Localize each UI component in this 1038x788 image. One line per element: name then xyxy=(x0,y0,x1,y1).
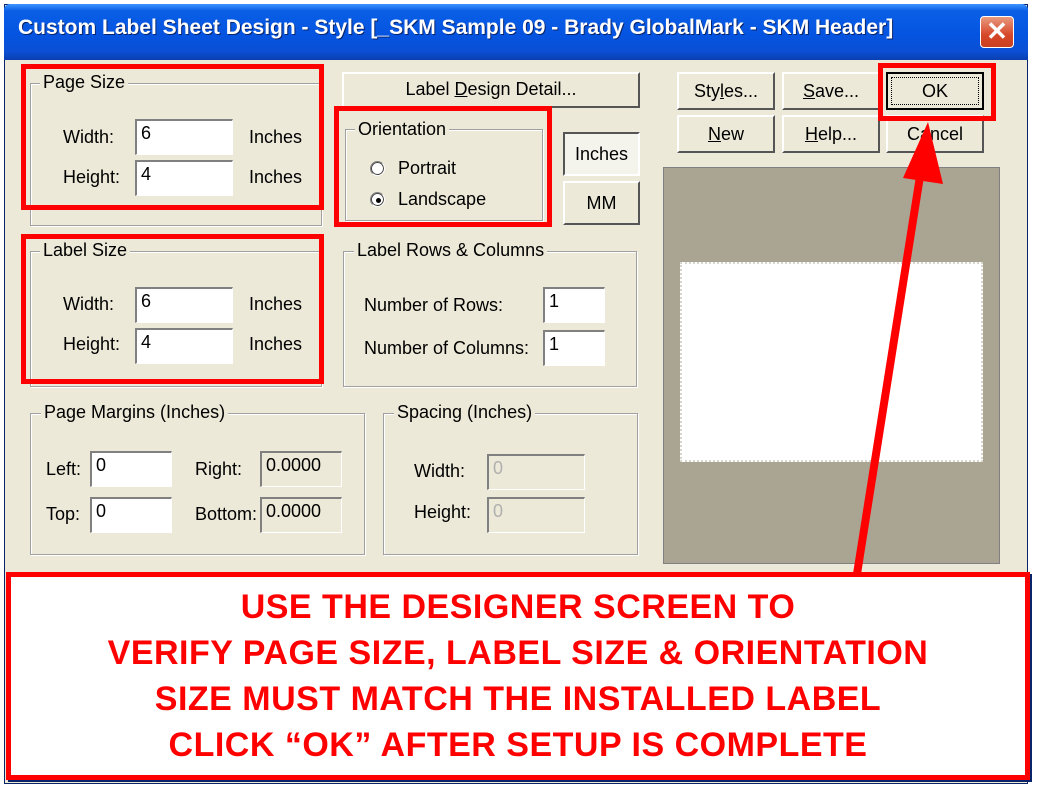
margin-bottom-input[interactable]: 0.0000 xyxy=(260,497,342,533)
margin-right-input[interactable]: 0.0000 xyxy=(260,451,342,487)
new-accel: N xyxy=(707,124,721,144)
help-text: elp... xyxy=(817,124,858,144)
window-title: Custom Label Sheet Design - Style [_SKM … xyxy=(18,16,894,39)
spacing-width-label: Width: xyxy=(414,461,466,481)
styles-button[interactable]: Styles... xyxy=(677,72,775,110)
page-size-highlight xyxy=(21,64,324,210)
margin-bottom-label: Bottom: xyxy=(195,504,258,524)
spacing-height-input[interactable]: 0 xyxy=(487,497,585,533)
rows-label: Number of Rows: xyxy=(364,295,504,315)
spacing-legend: Spacing (Inches) xyxy=(394,402,536,423)
spacing-height-label: Height: xyxy=(414,502,472,522)
help-accel: H xyxy=(804,124,818,144)
page-margins-legend: Page Margins (Inches) xyxy=(41,402,229,423)
new-button[interactable]: New xyxy=(677,115,775,153)
margin-top-label: Top: xyxy=(46,504,81,524)
save-accel: S xyxy=(802,81,815,101)
mm-toggle-button[interactable]: MM xyxy=(563,181,640,225)
columns-label: Number of Columns: xyxy=(364,338,530,358)
styles-text-a: Sty xyxy=(693,81,720,101)
label-size-highlight xyxy=(21,234,324,384)
label-design-detail-text-a: Label xyxy=(405,79,455,99)
help-button[interactable]: Help... xyxy=(782,115,880,153)
margin-right-label: Right: xyxy=(195,459,243,479)
close-icon: ✕ xyxy=(986,16,1008,46)
margin-top-input[interactable]: 0 xyxy=(90,497,172,533)
instruction-line-3: SIZE MUST MATCH THE INSTALLED LABEL xyxy=(154,680,882,718)
instruction-line-1: USE THE DESIGNER SCREEN TO xyxy=(240,588,796,626)
rows-input[interactable]: 1 xyxy=(543,287,605,323)
save-text: ave... xyxy=(814,81,860,101)
styles-text-b: es... xyxy=(724,81,759,101)
instruction-line-2: VERIFY PAGE SIZE, LABEL SIZE & ORIENTATI… xyxy=(107,634,929,672)
label-design-detail-button[interactable]: Label Design Detail... xyxy=(342,72,640,108)
new-text: ew xyxy=(720,124,744,144)
label-design-detail-text-b: esign Detail... xyxy=(467,79,577,99)
close-button[interactable]: ✕ xyxy=(980,16,1014,48)
ok-highlight xyxy=(878,63,996,121)
margin-left-label: Left: xyxy=(46,459,82,479)
inches-toggle-button[interactable]: Inches xyxy=(563,132,640,176)
columns-input[interactable]: 1 xyxy=(543,330,605,366)
instruction-line-4: CLICK “OK” AFTER SETUP IS COMPLETE xyxy=(168,726,868,764)
orientation-highlight xyxy=(334,106,552,227)
margin-left-input[interactable]: 0 xyxy=(90,451,172,487)
rows-columns-legend: Label Rows & Columns xyxy=(354,240,548,261)
label-preview-sheet xyxy=(680,262,983,462)
label-design-detail-accel: D xyxy=(454,79,468,99)
save-button[interactable]: Save... xyxy=(782,72,880,110)
spacing-width-input[interactable]: 0 xyxy=(487,454,585,490)
